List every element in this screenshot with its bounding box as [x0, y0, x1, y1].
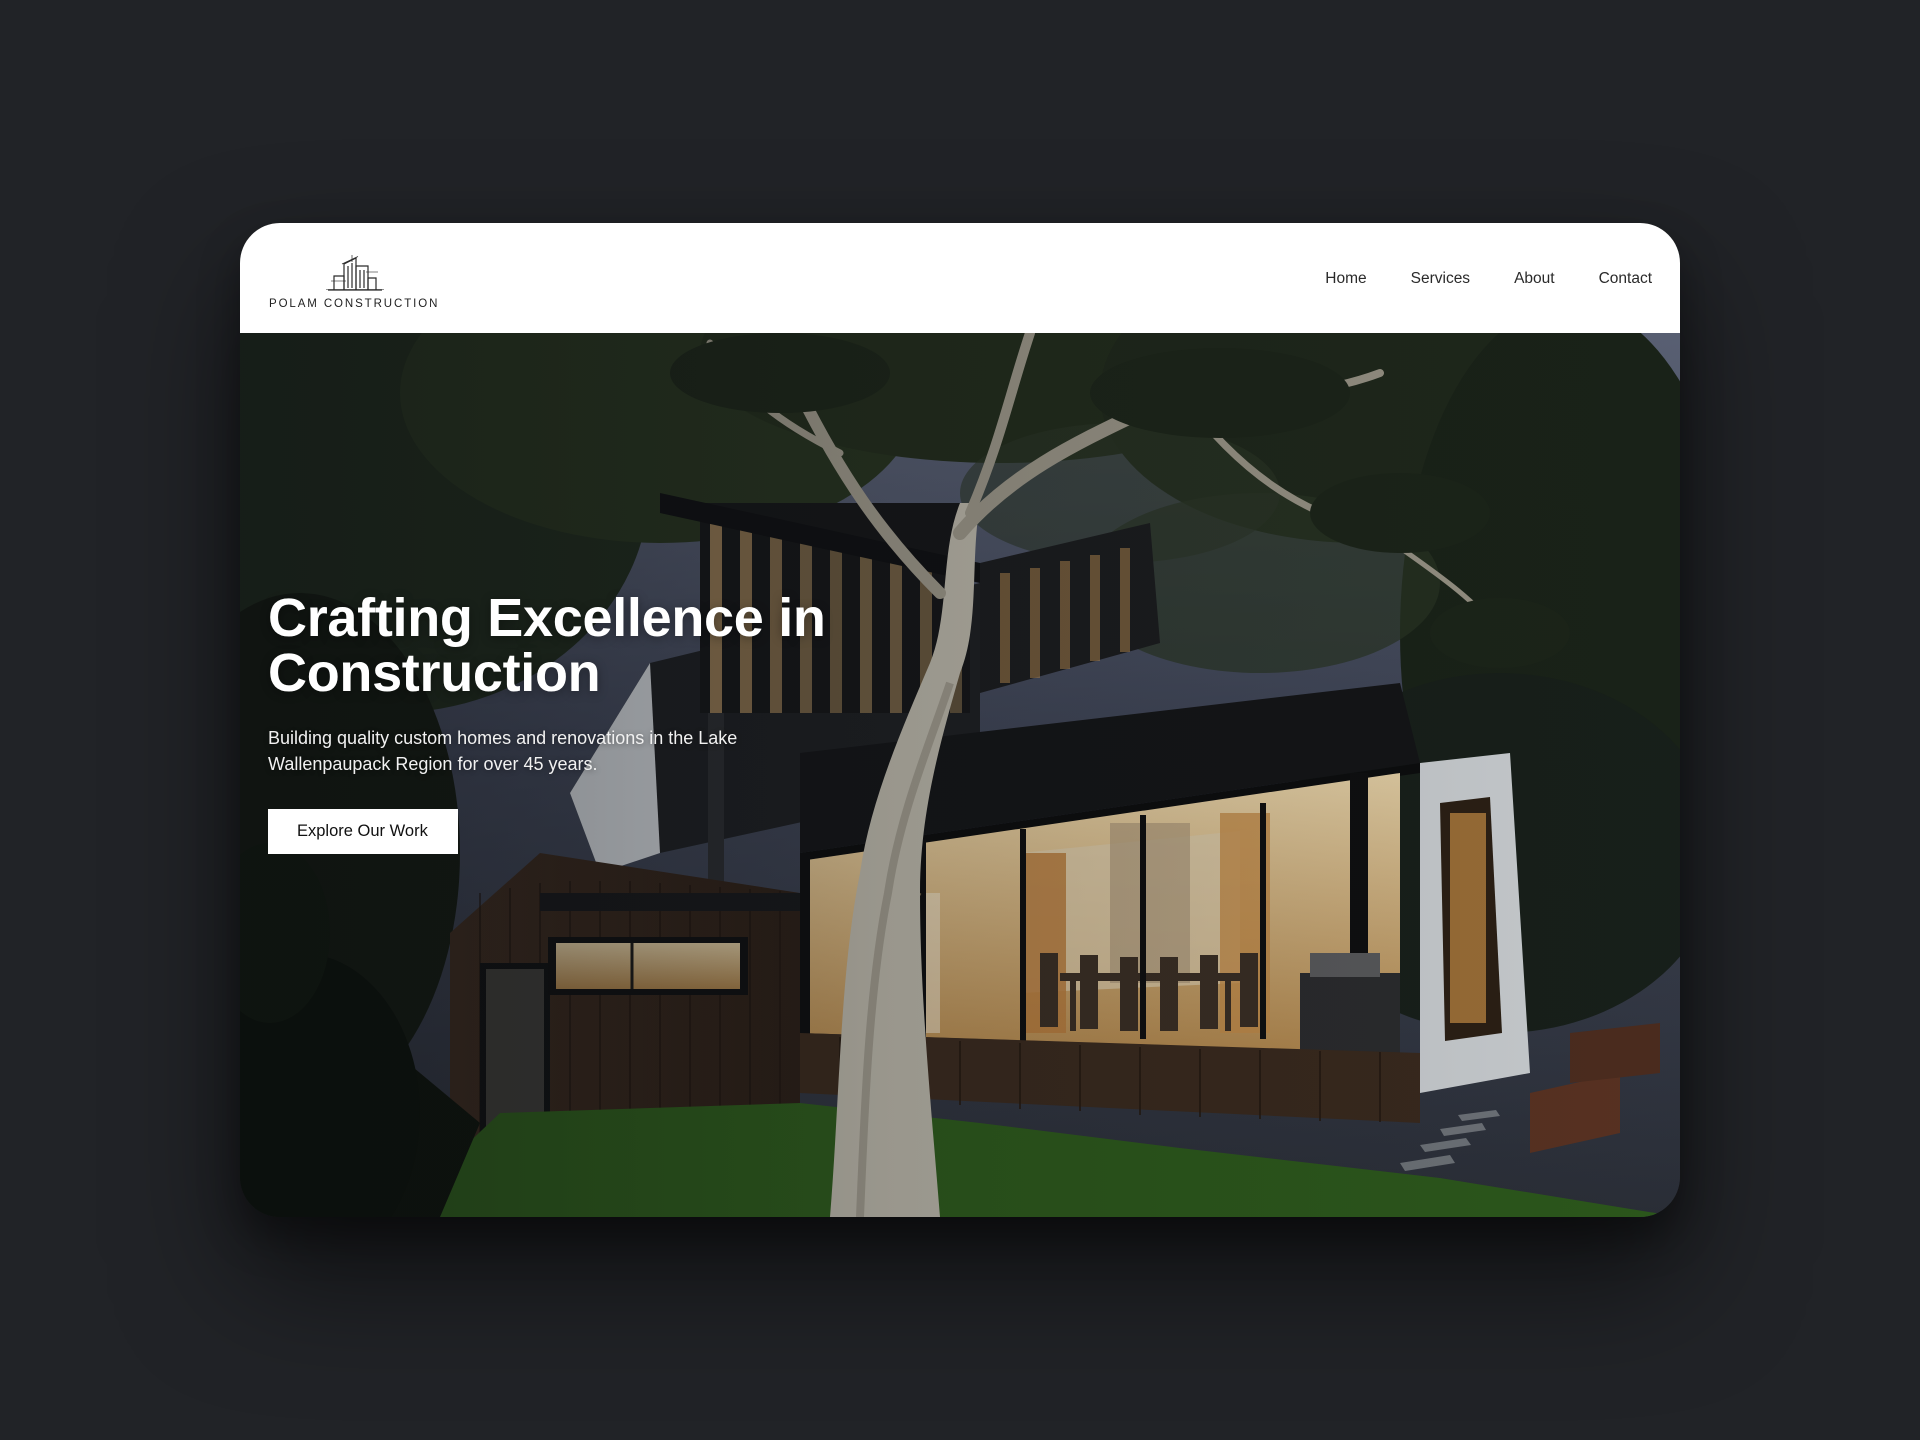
- website-mockup-card: POLAM CONSTRUCTION Home Services About C…: [240, 223, 1680, 1217]
- hero-subtitle: Building quality custom homes and renova…: [268, 728, 738, 774]
- nav-item-home[interactable]: Home: [1325, 270, 1366, 288]
- brand-logo-link[interactable]: POLAM CONSTRUCTION: [269, 250, 439, 310]
- hero-title-line-2: Construction: [268, 643, 601, 703]
- brand-name: POLAM CONSTRUCTION: [269, 298, 440, 310]
- nav-item-contact[interactable]: Contact: [1599, 270, 1652, 288]
- hero-section: Crafting Excellence in Construction Buil…: [240, 333, 1680, 1217]
- main-nav: Home Services About Contact: [1325, 270, 1652, 288]
- nav-item-about[interactable]: About: [1514, 270, 1555, 288]
- explore-our-work-button[interactable]: Explore Our Work: [268, 809, 458, 854]
- nav-item-services[interactable]: Services: [1411, 270, 1470, 288]
- page-stage: POLAM CONSTRUCTION Home Services About C…: [0, 0, 1920, 1440]
- building-outline-icon: [326, 255, 385, 291]
- hero-title-line-1: Crafting Excellence in: [268, 588, 826, 648]
- hero-content: Crafting Excellence in Construction Buil…: [268, 591, 968, 854]
- top-navbar: POLAM CONSTRUCTION Home Services About C…: [240, 223, 1680, 333]
- hero-title: Crafting Excellence in Construction: [268, 591, 968, 701]
